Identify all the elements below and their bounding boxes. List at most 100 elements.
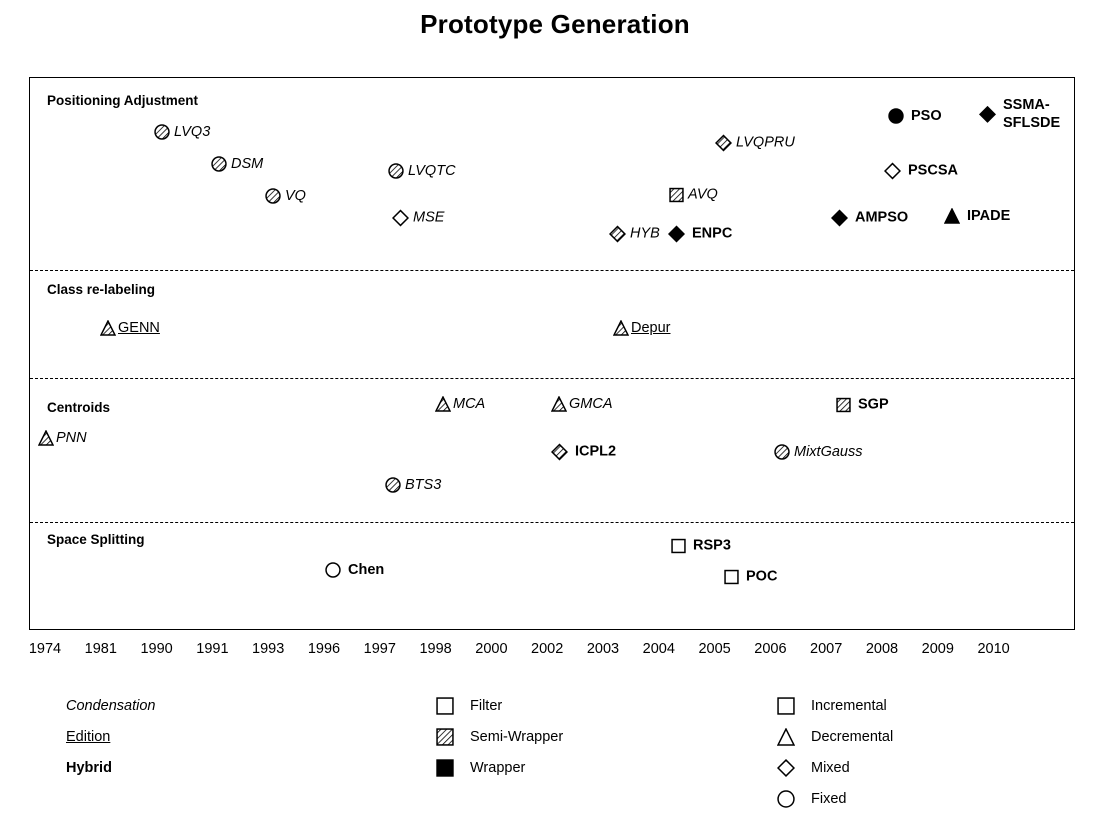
method-marker-gmca[interactable]: GMCA [551,396,613,412]
year-tick-label: 1998 [419,641,452,657]
diamond-hatched-marker-icon [551,443,568,461]
band-divider-1 [30,270,1074,271]
method-marker-dsm[interactable]: DSM [211,156,263,172]
legend-shape-label: Fixed [811,790,847,807]
legend-family-condensation: Condensation [66,690,156,721]
legend-family-label: Hybrid [66,759,112,776]
method-marker-rsp3[interactable]: RSP3 [671,539,731,554]
triangle-hatched-marker-icon [613,320,629,336]
triangle-hatched-marker-icon [435,396,451,412]
square-outline-swatch-icon [775,695,797,717]
method-label: BTS3 [405,476,442,493]
legend-fills: Filter Semi-Wrapper Wrapper [434,690,563,783]
square-hatched-marker-icon [669,187,684,203]
method-marker-poc[interactable]: POC [724,570,777,585]
method-marker-pscsa[interactable]: PSCSA [884,162,958,180]
year-tick-label: 1981 [84,641,117,657]
band-label-class-re-labeling: Class re-labeling [47,282,156,297]
method-marker-ssma-sflsde[interactable]: SSMA- SFLSDE [979,96,1060,132]
method-marker-avq[interactable]: AVQ [669,188,718,203]
square-white-swatch-icon [434,695,456,717]
method-label: RSP3 [693,537,731,554]
diamond-hatched-marker-icon [715,134,732,152]
method-marker-icpl2[interactable]: ICPL2 [551,443,617,461]
legend-family-label: Condensation [66,697,156,714]
method-label: LVQPRU [736,134,795,151]
method-label: PSO [911,107,942,124]
legend-fill-white: Filter [434,690,563,721]
legend-fill-label: Wrapper [470,759,526,776]
method-marker-mse[interactable]: MSE [392,209,445,227]
method-marker-depur[interactable]: Depur [613,320,671,336]
method-marker-chen[interactable]: Chen [325,562,384,578]
legend-fill-hatched: Semi-Wrapper [434,721,563,752]
method-label: ENPC [692,225,733,242]
legend-family-hybrid: Hybrid [66,752,156,783]
method-marker-mixtgauss[interactable]: MixtGauss [774,444,863,460]
year-tick-label: 1997 [363,641,396,657]
year-tick-label: 2005 [698,641,731,657]
method-marker-pso[interactable]: PSO [888,108,942,124]
method-marker-vq[interactable]: VQ [265,188,306,204]
method-marker-ampso[interactable]: AMPSO [831,209,908,227]
circle-white-marker-icon [325,562,341,578]
method-marker-hyb[interactable]: HYB [609,225,660,243]
band-label-space-splitting: Space Splitting [47,532,145,547]
triangle-hatched-marker-icon [38,430,54,446]
triangle-black-marker-icon [944,208,960,224]
diamond-white-marker-icon [884,162,901,180]
method-label: VQ [285,187,306,204]
method-marker-enpc[interactable]: ENPC [668,225,733,243]
year-tick-label: 2009 [921,641,954,657]
legend-fill-black: Wrapper [434,752,563,783]
year-tick-label: 2004 [642,641,675,657]
diamond-black-marker-icon [668,225,685,243]
method-marker-ipade[interactable]: IPADE [944,208,1010,224]
year-tick-label: 2003 [586,641,620,657]
square-hatched-marker-icon [836,397,851,413]
year-axis: 1974 1981 1990 1991 1993 1996 1997 1998 2000 2002… [0,641,1110,665]
method-marker-lvqpru[interactable]: LVQPRU [715,134,795,152]
year-tick-label: 1991 [196,641,229,657]
circle-hatched-marker-icon [385,477,401,493]
legend-shape-triangle: Decremental [775,721,893,752]
method-marker-sgp[interactable]: SGP [836,398,889,413]
square-white-marker-icon [724,569,739,585]
diamond-black-marker-icon [831,209,848,227]
legend-fill-label: Semi-Wrapper [470,728,564,745]
legend-shape-label: Decremental [811,728,894,745]
method-marker-pnn[interactable]: PNN [38,430,87,446]
triangle-outline-swatch-icon [775,726,797,748]
legend-shape-circle: Fixed [775,783,893,814]
circle-black-marker-icon [888,108,904,124]
method-marker-mca[interactable]: MCA [435,396,485,412]
year-tick-label: 2008 [865,641,899,657]
page-title: Prototype Generation [420,9,690,39]
triangle-hatched-marker-icon [551,396,567,412]
method-marker-lvq3[interactable]: LVQ3 [154,124,210,140]
band-label-positioning-adjustment: Positioning Adjustment [47,93,198,108]
method-label: MixtGauss [794,443,863,460]
diamond-black-marker-icon [979,105,996,123]
method-marker-lvqtc[interactable]: LVQTC [388,163,456,179]
year-tick-label: 1990 [140,641,173,657]
diamond-outline-swatch-icon [775,757,797,779]
year-tick-label: 2006 [754,641,787,657]
method-marker-bts3[interactable]: BTS3 [385,477,441,493]
circle-hatched-marker-icon [774,444,790,460]
legend-shape-label: Mixed [811,759,850,776]
method-label: MSE [413,209,445,226]
square-hatched-swatch-icon [434,726,456,748]
legend: Condensation Edition Hybrid Filter Semi-Wra… [0,684,1110,814]
method-marker-genn[interactable]: GENN [100,320,160,336]
method-label: SSMA- SFLSDE [1003,96,1061,131]
circle-hatched-marker-icon [154,124,170,140]
year-tick-label: 2000 [475,641,508,657]
legend-shapes: Incremental Decremental Mixed Fixed [775,690,893,814]
method-label: Depur [631,319,671,336]
method-label: HYB [630,225,660,242]
method-label: ICPL2 [575,443,617,460]
circle-outline-swatch-icon [775,788,797,810]
triangle-hatched-marker-icon [100,320,116,336]
method-label: LVQTC [408,162,456,179]
